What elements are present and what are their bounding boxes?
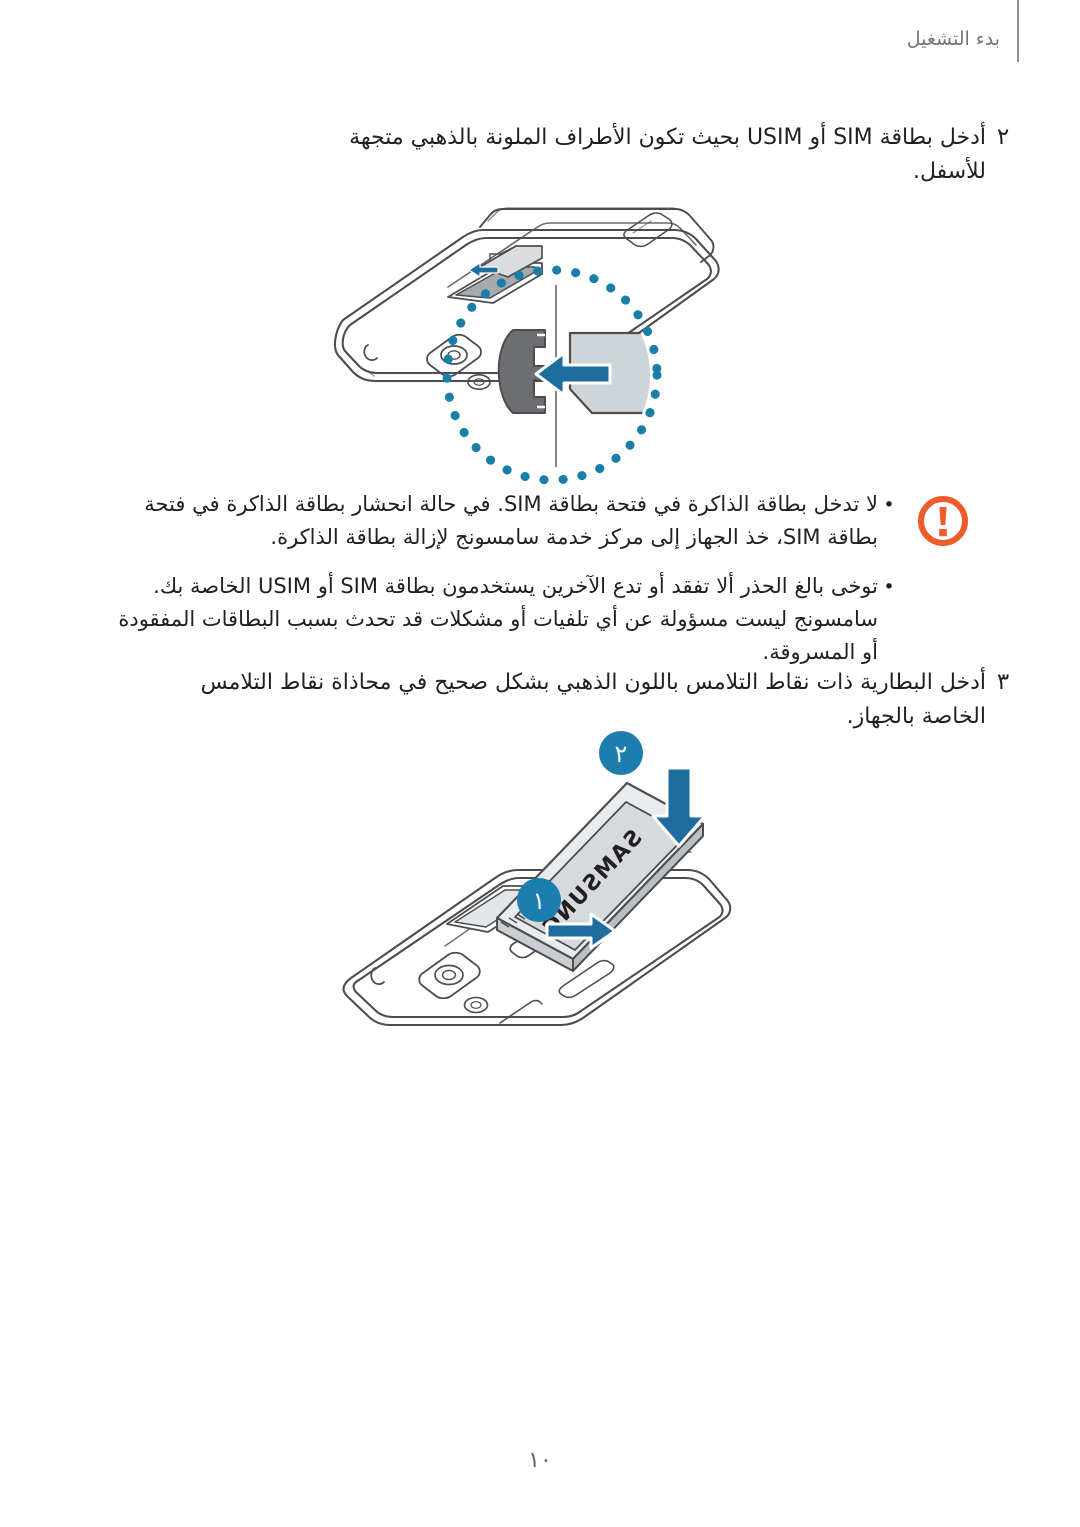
bullet-marker: • [883, 576, 895, 598]
step-3-number: ٣ [996, 669, 1010, 695]
step-badge-1: ١ [517, 878, 561, 922]
warning-item-1: • لا تدخل بطاقة الذاكرة في فتحة بطاقة SI… [110, 488, 900, 554]
warning-item-2: • توخى بالغ الحذر ألا تفقد أو تدع الآخري… [110, 570, 900, 669]
warning-item-1-text: لا تدخل بطاقة الذاكرة في فتحة بطاقة SIM.… [144, 492, 878, 549]
step-badge-2: ٢ [599, 731, 643, 775]
page-number: ١٠ [528, 1448, 552, 1473]
warning-list: • لا تدخل بطاقة الذاكرة في فتحة بطاقة SI… [110, 488, 900, 669]
page-header: بدء التشغيل [0, 0, 1080, 70]
battery-insert-illustration: SAMSUNG ٢ ١ [335, 728, 745, 1068]
step-badge-2-label: ٢ [615, 740, 628, 768]
step-badge-1-label: ١ [533, 887, 546, 915]
header-divider [1017, 0, 1019, 62]
sim-insert-illustration [330, 175, 720, 485]
bullet-marker: • [883, 494, 895, 516]
step-3-text: أدخل البطارية ذات نقاط التلامس باللون ال… [200, 670, 986, 729]
page-section-title: بدء التشغيل [906, 28, 1000, 50]
step-2-number: ٢ [996, 124, 1010, 150]
step-3: ٣ أدخل البطارية ذات نقاط التلامس باللون … [170, 665, 1020, 734]
warning-note-block: • لا تدخل بطاقة الذاكرة في فتحة بطاقة SI… [110, 488, 970, 685]
warning-icon [916, 494, 970, 548]
warning-item-2-text: توخى بالغ الحذر ألا تفقد أو تدع الآخرين … [118, 574, 878, 664]
